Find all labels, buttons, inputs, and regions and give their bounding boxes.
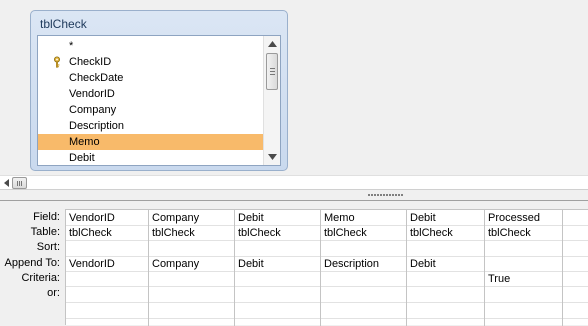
grid-cell-field[interactable]: Company xyxy=(149,211,235,226)
field-list-item-vendorid[interactable]: VendorID xyxy=(38,86,264,102)
row-label-or: or: xyxy=(47,287,60,299)
grid-cell-criteria[interactable] xyxy=(407,272,485,287)
field-list-item-checkid[interactable]: CheckID xyxy=(38,54,264,70)
grid-cell-sort[interactable] xyxy=(485,241,563,256)
grid-cell-field[interactable]: Debit xyxy=(235,211,321,226)
grid-cell-field-empty[interactable] xyxy=(563,211,588,226)
pane-splitter[interactable] xyxy=(0,190,588,201)
field-list-item-description[interactable]: Description xyxy=(38,118,264,134)
field-list-scrollbar[interactable] xyxy=(263,36,280,165)
query-design-grid-pane: Field: Table: Sort: Append To: Criteria:… xyxy=(0,202,588,326)
grid-cell-or[interactable] xyxy=(235,287,321,302)
grid-cell-table[interactable]: tblCheck xyxy=(66,226,149,241)
field-label: CheckID xyxy=(69,56,112,68)
grid-cell-table[interactable]: tblCheck xyxy=(485,226,563,241)
row-label-sort: Sort: xyxy=(36,241,60,253)
query-design-area[interactable]: tblCheck * CheckID CheckDate VendorID Co… xyxy=(0,0,588,173)
grid-cell-append-to[interactable]: Debit xyxy=(235,257,321,272)
scrollbar-thumb[interactable] xyxy=(266,53,278,90)
field-list-item-memo[interactable]: Memo xyxy=(38,134,264,150)
arrow-left-icon[interactable] xyxy=(0,176,12,190)
grid-cell-sort[interactable] xyxy=(149,241,235,256)
grid-cell-table[interactable]: tblCheck xyxy=(235,226,321,241)
field-list[interactable]: * CheckID CheckDate VendorID Company Des… xyxy=(37,35,281,166)
grid-cell-criteria[interactable]: True xyxy=(485,272,563,287)
grid-cell-criteria[interactable] xyxy=(66,272,149,287)
arrow-down-icon[interactable] xyxy=(264,149,280,165)
table-field-list-window[interactable]: tblCheck * CheckID CheckDate VendorID Co… xyxy=(30,10,288,171)
grid-cell-or[interactable] xyxy=(149,287,235,302)
grid-cell-sort[interactable] xyxy=(66,241,149,256)
grid-cell-table[interactable]: tblCheck xyxy=(321,226,407,241)
grid-cell-or[interactable] xyxy=(321,287,407,302)
grid-cell-sort[interactable] xyxy=(321,241,407,256)
grid-cell-field[interactable]: Debit xyxy=(407,211,485,226)
grid-cell-append-to[interactable] xyxy=(485,257,563,272)
query-design-grid[interactable]: VendorID tblCheck VendorID Company tblCh… xyxy=(65,209,588,326)
grid-cell-field[interactable]: VendorID xyxy=(66,211,149,226)
grid-cell-append-to[interactable]: Company xyxy=(149,257,235,272)
field-list-item-all[interactable]: * xyxy=(38,38,264,54)
field-list-item-company[interactable]: Company xyxy=(38,102,264,118)
design-area-horizontal-scrollbar[interactable] xyxy=(0,175,588,190)
grid-cell-or[interactable] xyxy=(485,287,563,302)
grid-cell-field[interactable]: Processed xyxy=(485,211,563,226)
grid-cell-sort[interactable] xyxy=(407,241,485,256)
grid-cell-or[interactable] xyxy=(407,287,485,302)
grid-cell-append-to[interactable]: VendorID xyxy=(66,257,149,272)
field-list-item-debit[interactable]: Debit xyxy=(38,150,264,165)
grid-cell-criteria[interactable] xyxy=(321,272,407,287)
row-label-table: Table: xyxy=(30,226,60,238)
grid-cell-table[interactable]: tblCheck xyxy=(149,226,235,241)
row-label-append-to: Append To: xyxy=(4,257,60,269)
horizontal-scrollbar-thumb[interactable] xyxy=(12,177,27,189)
row-label-field: Field: xyxy=(33,211,60,223)
grid-cell-or[interactable] xyxy=(66,287,149,302)
grid-cell-criteria[interactable] xyxy=(235,272,321,287)
row-label-criteria: Criteria: xyxy=(21,272,60,284)
field-list-item-checkdate[interactable]: CheckDate xyxy=(38,70,264,86)
grid-cell-append-to[interactable]: Debit xyxy=(407,257,485,272)
grid-cell-field[interactable]: Memo xyxy=(321,211,407,226)
arrow-up-icon[interactable] xyxy=(264,36,280,52)
table-title: tblCheck xyxy=(40,17,87,31)
grid-cell-append-to[interactable]: Description xyxy=(321,257,407,272)
grid-cell-criteria[interactable] xyxy=(149,272,235,287)
grid-cell-sort[interactable] xyxy=(235,241,321,256)
grid-cell-table[interactable]: tblCheck xyxy=(407,226,485,241)
key-icon xyxy=(54,56,60,68)
